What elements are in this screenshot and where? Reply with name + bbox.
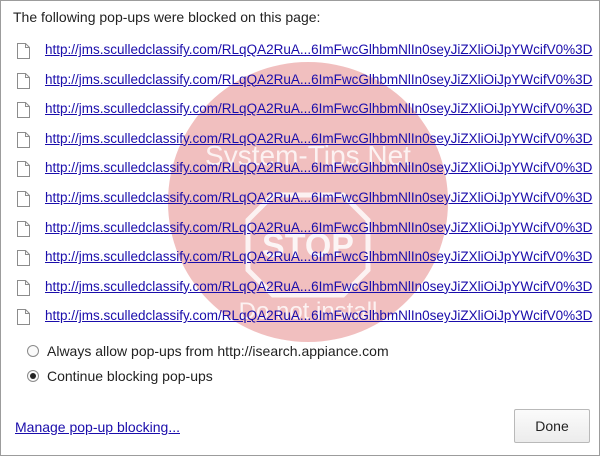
continue-blocking-label: Continue blocking pop-ups — [47, 368, 213, 384]
blocked-popup-row: http://jms.sculledclassify.com/RLqQA2RuA… — [1, 66, 599, 96]
dialog-heading: The following pop-ups were blocked on th… — [13, 9, 321, 25]
blocked-popup-link[interactable]: http://jms.sculledclassify.com/RLqQA2RuA… — [45, 220, 592, 235]
blocked-popup-list: http://jms.sculledclassify.com/RLqQA2RuA… — [1, 36, 599, 332]
popup-blocked-dialog: System-Tips.Net STOP Do not install The … — [0, 0, 600, 456]
blocked-popup-link[interactable]: http://jms.sculledclassify.com/RLqQA2RuA… — [45, 101, 592, 116]
blocked-popup-row: http://jms.sculledclassify.com/RLqQA2RuA… — [1, 95, 599, 125]
blocked-popup-link[interactable]: http://jms.sculledclassify.com/RLqQA2RuA… — [45, 131, 592, 146]
blocked-popup-link[interactable]: http://jms.sculledclassify.com/RLqQA2RuA… — [45, 190, 592, 205]
done-button[interactable]: Done — [514, 409, 590, 443]
page-icon — [17, 279, 30, 296]
blocked-popup-link[interactable]: http://jms.sculledclassify.com/RLqQA2RuA… — [45, 279, 592, 294]
always-allow-radio[interactable] — [27, 345, 39, 357]
page-icon — [17, 131, 30, 148]
blocked-popup-row: http://jms.sculledclassify.com/RLqQA2RuA… — [1, 125, 599, 155]
always-allow-option[interactable]: Always allow pop-ups from http://isearch… — [27, 343, 389, 359]
blocked-popup-row: http://jms.sculledclassify.com/RLqQA2RuA… — [1, 154, 599, 184]
page-icon — [17, 72, 30, 89]
page-icon — [17, 250, 30, 267]
manage-popup-blocking-link[interactable]: Manage pop-up blocking... — [15, 419, 180, 435]
blocked-popup-link[interactable]: http://jms.sculledclassify.com/RLqQA2RuA… — [45, 160, 592, 175]
page-icon — [17, 102, 30, 119]
blocked-popup-row: http://jms.sculledclassify.com/RLqQA2RuA… — [1, 36, 599, 66]
page-icon — [17, 220, 30, 237]
continue-blocking-radio[interactable] — [27, 370, 39, 382]
continue-blocking-option[interactable]: Continue blocking pop-ups — [27, 368, 213, 384]
blocked-popup-row: http://jms.sculledclassify.com/RLqQA2RuA… — [1, 243, 599, 273]
page-icon — [17, 309, 30, 326]
always-allow-label: Always allow pop-ups from http://isearch… — [47, 343, 389, 359]
blocked-popup-row: http://jms.sculledclassify.com/RLqQA2RuA… — [1, 302, 599, 332]
page-icon — [17, 161, 30, 178]
blocked-popup-link[interactable]: http://jms.sculledclassify.com/RLqQA2RuA… — [45, 72, 592, 87]
blocked-popup-link[interactable]: http://jms.sculledclassify.com/RLqQA2RuA… — [45, 308, 592, 323]
page-icon — [17, 43, 30, 59]
page-icon — [17, 190, 30, 207]
blocked-popup-link[interactable]: http://jms.sculledclassify.com/RLqQA2RuA… — [45, 249, 592, 264]
blocked-popup-link[interactable]: http://jms.sculledclassify.com/RLqQA2RuA… — [45, 42, 592, 57]
blocked-popup-row: http://jms.sculledclassify.com/RLqQA2RuA… — [1, 184, 599, 214]
blocked-popup-row: http://jms.sculledclassify.com/RLqQA2RuA… — [1, 273, 599, 303]
blocked-popup-row: http://jms.sculledclassify.com/RLqQA2RuA… — [1, 214, 599, 244]
